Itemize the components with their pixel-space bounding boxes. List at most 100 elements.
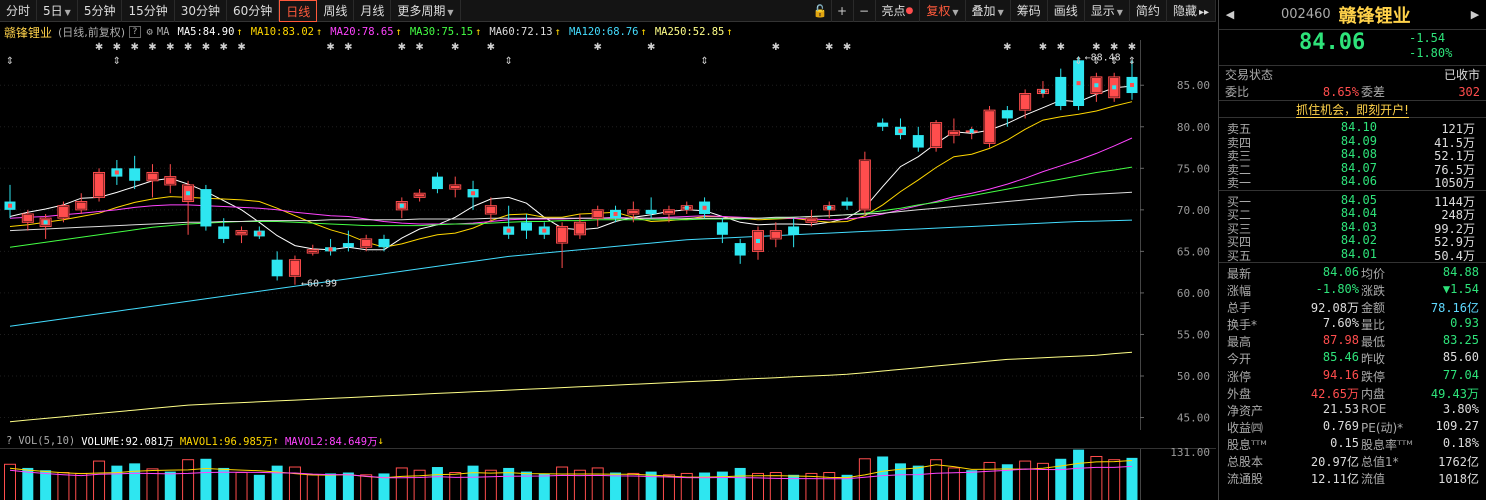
period-tab-4[interactable]: 30分钟 bbox=[175, 0, 228, 22]
toolbar-button-0[interactable]: 亮点● bbox=[876, 0, 921, 22]
stat-label: 总手 bbox=[1227, 301, 1252, 316]
toolbar-button-3[interactable]: 筹码 bbox=[1011, 0, 1048, 22]
help-icon[interactable]: ? bbox=[129, 26, 141, 38]
event-star-icon[interactable]: ✱ bbox=[843, 42, 851, 53]
period-tab-8[interactable]: 月线 bbox=[354, 0, 392, 22]
candle[interactable] bbox=[1108, 72, 1121, 102]
signal-marker bbox=[542, 228, 547, 233]
event-star-icon[interactable]: ✱ bbox=[451, 42, 459, 53]
candle[interactable] bbox=[858, 151, 871, 214]
period-tab-5[interactable]: 60分钟 bbox=[227, 0, 280, 22]
bids-row[interactable]: 买一 84.05 1144万 bbox=[1219, 193, 1486, 209]
bids-row[interactable]: 买四 84.02 52.9万 bbox=[1219, 233, 1486, 249]
candle-body bbox=[520, 222, 532, 231]
volume-bar bbox=[40, 470, 52, 500]
signal-marker bbox=[8, 203, 12, 208]
event-star-icon[interactable]: ✱ bbox=[326, 42, 334, 53]
event-arrow-icon[interactable]: ⇕ bbox=[700, 56, 708, 67]
period-tab-label: 更多周期 bbox=[397, 3, 446, 18]
asks-price: 84.06 bbox=[1340, 174, 1377, 188]
toolbar-button-7[interactable]: 隐藏 ▸▸ bbox=[1167, 0, 1216, 22]
event-arrow-icon[interactable]: ⇕ bbox=[1128, 56, 1136, 67]
candle-body bbox=[716, 222, 728, 235]
order-ratio-value: 8.65% bbox=[1322, 84, 1359, 99]
ma-value-6: MA250:52.85 ↑ bbox=[655, 26, 733, 38]
open-account-link[interactable]: 抓住机会，即刻开户! bbox=[1219, 100, 1486, 118]
candlestick-chart[interactable]: 85.00 80.00 75.00 70.00 65.00 60.00 55.00 50.00… bbox=[0, 40, 1216, 430]
volume-chart[interactable]: 131.00 bbox=[0, 448, 1216, 500]
event-arrow-icon[interactable]: ⇕ bbox=[113, 56, 121, 67]
bids-row[interactable]: 买五 84.01 50.4万 bbox=[1219, 247, 1486, 263]
toolbar-button-6[interactable]: 简约 bbox=[1130, 0, 1167, 22]
toolbar-button-2[interactable]: 叠加 ▼ bbox=[966, 0, 1011, 22]
event-star-icon[interactable]: ✱ bbox=[130, 42, 138, 53]
event-star-icon[interactable]: ✱ bbox=[1128, 42, 1136, 53]
event-star-icon[interactable]: ✱ bbox=[1039, 42, 1047, 53]
period-tab-7[interactable]: 周线 bbox=[317, 0, 355, 22]
period-tab-3[interactable]: 15分钟 bbox=[122, 0, 175, 22]
minus-icon[interactable]: − bbox=[854, 0, 876, 22]
candle[interactable] bbox=[930, 120, 943, 152]
event-arrow-icon[interactable]: ⇕ bbox=[504, 56, 512, 67]
event-star-icon[interactable]: ✱ bbox=[647, 42, 655, 53]
event-star-icon[interactable]: ✱ bbox=[95, 42, 103, 53]
event-star-icon[interactable]: ✱ bbox=[148, 42, 156, 53]
event-star-icon[interactable]: ✱ bbox=[237, 42, 245, 53]
price-tick-label: 80.00 bbox=[1177, 121, 1210, 134]
event-star-icon[interactable]: ✱ bbox=[184, 42, 192, 53]
volume-help-icon[interactable]: ? bbox=[6, 435, 12, 447]
toolbar-button-1[interactable]: 复权 ▼ bbox=[920, 0, 966, 22]
asks-row[interactable]: 卖五 84.10 121万 bbox=[1219, 120, 1486, 136]
toolbar-button-5[interactable]: 显示 ▼ bbox=[1085, 0, 1130, 22]
asks-row[interactable]: 卖三 84.08 52.1万 bbox=[1219, 147, 1486, 163]
event-star-icon[interactable]: ✱ bbox=[398, 42, 406, 53]
candle-body-fill bbox=[557, 227, 567, 243]
event-star-icon[interactable]: ✱ bbox=[202, 42, 210, 53]
stock-name: 赣锋锂业 bbox=[1338, 5, 1411, 27]
period-tab-6[interactable]: 日线 bbox=[279, 0, 318, 22]
plus-icon[interactable]: + bbox=[832, 0, 854, 22]
event-star-icon[interactable]: ✱ bbox=[415, 42, 423, 53]
volume-bar bbox=[1126, 457, 1138, 500]
ma-value-text: MA250:52.85 bbox=[654, 26, 725, 38]
low-price-annotation: ←60.99 bbox=[301, 279, 337, 290]
bids-row[interactable]: 买二 84.04 248万 bbox=[1219, 206, 1486, 222]
event-arrow-icon[interactable]: ⇕ bbox=[1074, 56, 1082, 67]
event-star-icon[interactable]: ✱ bbox=[487, 42, 495, 53]
candle[interactable] bbox=[983, 106, 996, 148]
stat-value: 7.60% bbox=[1322, 316, 1359, 331]
toolbar-button-4[interactable]: 画线 bbox=[1048, 0, 1085, 22]
bids-row[interactable]: 买三 84.03 99.2万 bbox=[1219, 220, 1486, 236]
event-star-icon[interactable]: ✱ bbox=[166, 42, 174, 53]
asks-row[interactable]: 卖四 84.09 41.5万 bbox=[1219, 134, 1486, 150]
event-star-icon[interactable]: ✱ bbox=[1003, 42, 1011, 53]
signal-marker bbox=[471, 191, 476, 196]
event-star-icon[interactable]: ✱ bbox=[1057, 42, 1065, 53]
period-tab-0[interactable]: 分时 bbox=[0, 0, 38, 22]
stat-value: 94.16 bbox=[1322, 367, 1359, 382]
next-stock-icon[interactable]: ▶ bbox=[1464, 8, 1486, 21]
event-arrow-icon[interactable]: ⇕ bbox=[6, 56, 14, 67]
volume-bar bbox=[342, 472, 354, 500]
asks-row[interactable]: 卖一 84.06 1050万 bbox=[1219, 174, 1486, 190]
event-star-icon[interactable]: ✱ bbox=[220, 42, 228, 53]
event-star-icon[interactable]: ✱ bbox=[825, 42, 833, 53]
gear-icon[interactable]: ⚙ bbox=[147, 26, 153, 38]
prev-stock-icon[interactable]: ◀ bbox=[1219, 8, 1241, 21]
event-star-icon[interactable]: ✱ bbox=[594, 42, 602, 53]
stat-label: 内盘 bbox=[1361, 386, 1386, 401]
period-tab-1[interactable]: 5日 ▼ bbox=[37, 0, 78, 22]
mavol1-value: MAVOL1:96.985万 bbox=[179, 435, 273, 448]
signal-marker bbox=[186, 191, 191, 196]
event-star-icon[interactable]: ✱ bbox=[772, 42, 780, 53]
event-star-icon[interactable]: ✱ bbox=[113, 42, 121, 53]
period-tab-9[interactable]: 更多周期 ▼ bbox=[391, 0, 461, 22]
period-tab-2[interactable]: 5分钟 bbox=[78, 0, 123, 22]
event-star-icon[interactable]: ✱ bbox=[344, 42, 352, 53]
ma-value-text: MA60:72.13 bbox=[489, 26, 553, 38]
candle-body bbox=[912, 135, 924, 148]
asks-row[interactable]: 卖二 84.07 76.5万 bbox=[1219, 161, 1486, 177]
candle[interactable] bbox=[93, 168, 106, 202]
lock-icon[interactable]: 🔓 bbox=[810, 0, 832, 22]
candle[interactable] bbox=[200, 184, 212, 231]
